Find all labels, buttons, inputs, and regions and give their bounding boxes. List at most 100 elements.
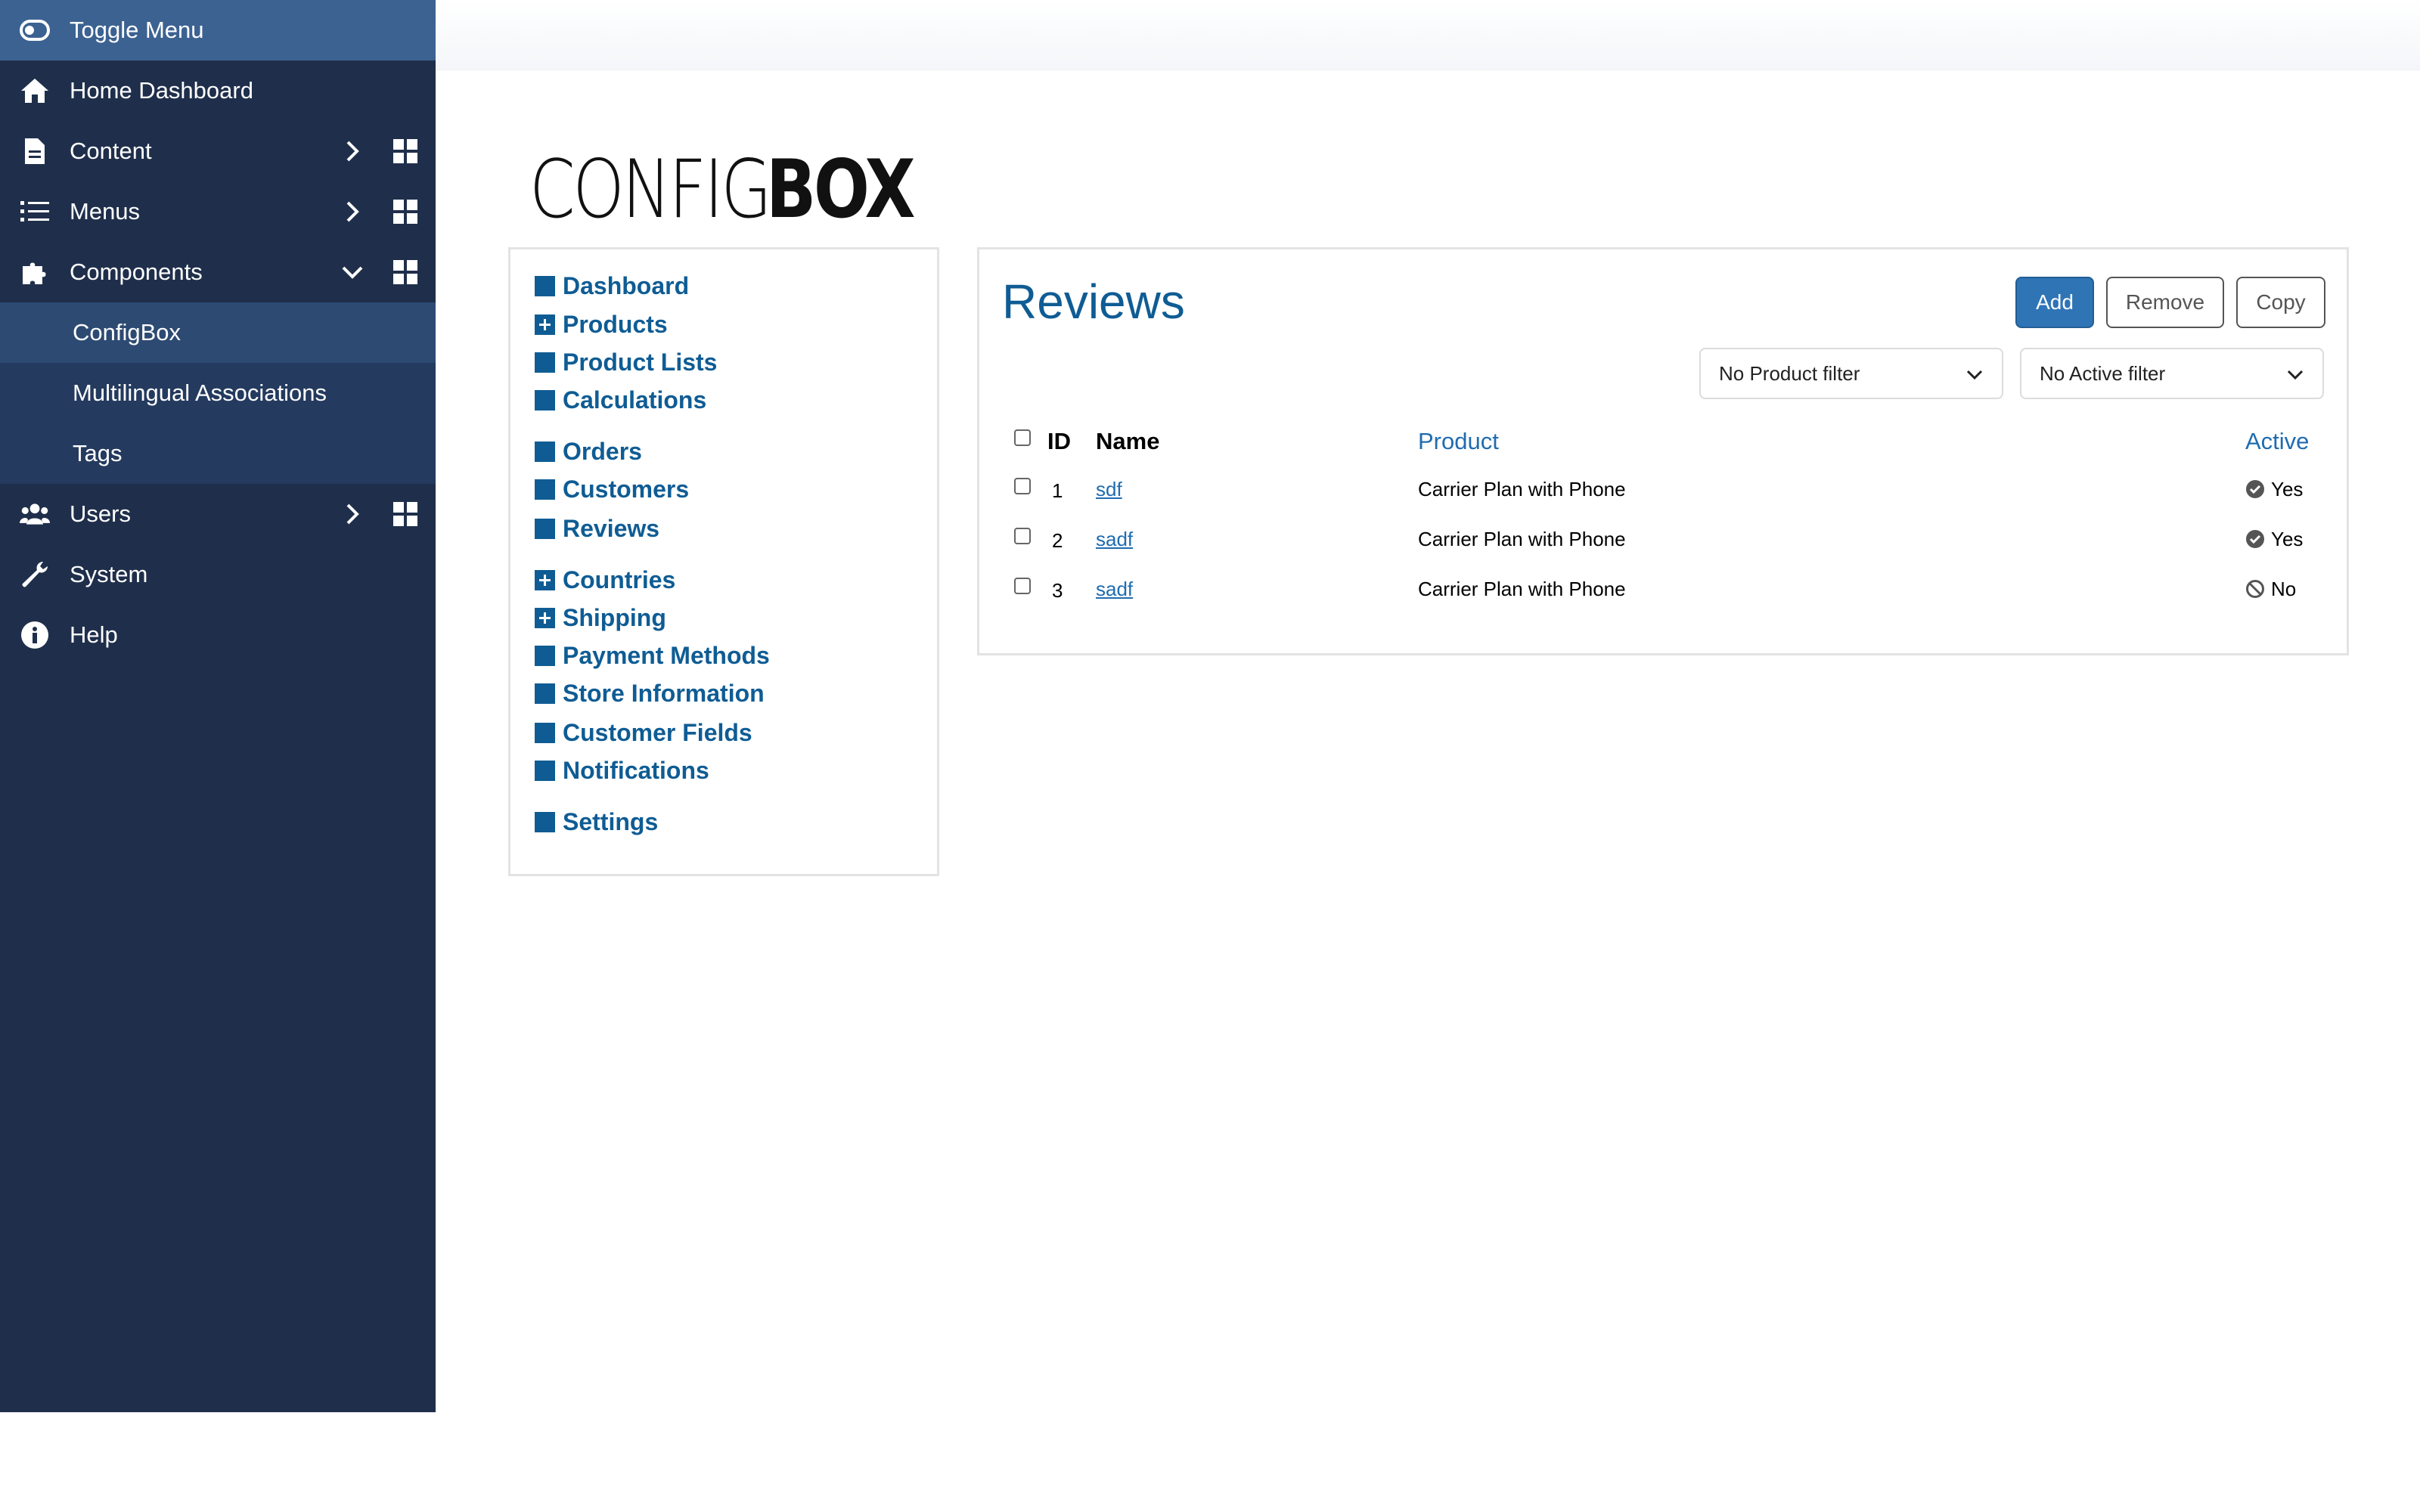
nav-orders[interactable]: Orders <box>535 435 642 468</box>
sidebar-item-label: Users <box>70 500 131 527</box>
product-filter-select[interactable]: No Product filter <box>1699 348 2003 399</box>
nav-shipping[interactable]: Shipping <box>535 601 666 634</box>
dashboard-grid-icon[interactable] <box>392 138 419 165</box>
configbox-logo: CONFIGBOX <box>529 148 945 231</box>
toggle-menu-button[interactable]: Toggle Menu <box>0 0 436 60</box>
dashboard-grid-icon[interactable] <box>392 500 419 528</box>
nav-label: Dashboard <box>563 271 690 299</box>
row-name-link[interactable]: sadf <box>1096 578 1133 601</box>
row-checkbox[interactable] <box>1014 528 1031 544</box>
sidebar-item-label: Menus <box>70 198 141 225</box>
sidebar-item-label: Components <box>70 259 203 285</box>
nav-countries[interactable]: Countries <box>535 563 675 596</box>
file-icon <box>20 136 50 166</box>
row-id: 1 <box>1052 479 1063 502</box>
chevron-right-icon[interactable] <box>337 499 368 529</box>
select-all-checkbox[interactable] <box>1014 429 1031 446</box>
reviews-panel: Reviews Add Remove Copy No Product filte… <box>977 247 2349 655</box>
nav-product-lists[interactable]: Product Lists <box>535 345 717 379</box>
square-icon <box>535 441 555 462</box>
remove-button[interactable]: Remove <box>2106 277 2224 328</box>
column-header-active[interactable]: Active <box>2245 428 2309 455</box>
chevron-right-icon[interactable] <box>337 136 368 166</box>
sidebar-item-help[interactable]: Help <box>0 605 436 665</box>
nav-label: Products <box>563 310 668 338</box>
nav-calculations[interactable]: Calculations <box>535 383 706 417</box>
nav-dashboard[interactable]: Dashboard <box>535 269 689 302</box>
add-button[interactable]: Add <box>2015 277 2094 328</box>
row-name-link[interactable]: sadf <box>1096 528 1133 551</box>
nav-store-information[interactable]: Store Information <box>535 677 765 710</box>
row-checkbox[interactable] <box>1014 478 1031 494</box>
nav-notifications[interactable]: Notifications <box>535 754 709 787</box>
chevron-down-icon[interactable] <box>337 257 368 287</box>
nav-label: Product Lists <box>563 348 718 376</box>
toggle-icon <box>20 15 50 45</box>
nav-label: Reviews <box>563 514 660 542</box>
square-icon <box>535 518 555 539</box>
sidebar-item-configbox[interactable]: ConfigBox <box>0 302 436 363</box>
sidebar-item-components[interactable]: Components <box>0 242 436 302</box>
chevron-right-icon[interactable] <box>337 197 368 227</box>
square-icon <box>535 811 555 832</box>
active-filter-value: No Active filter <box>2040 361 2166 385</box>
sidebar-item-system[interactable]: System <box>0 544 436 605</box>
square-icon <box>535 479 555 500</box>
nav-label: Settings <box>563 807 659 835</box>
sidebar-item-label: Content <box>70 138 152 164</box>
sidebar-item-home-dashboard[interactable]: Home Dashboard <box>0 60 436 121</box>
toggle-menu-label: Toggle Menu <box>70 17 204 43</box>
dashboard-grid-icon[interactable] <box>392 198 419 225</box>
sidebar-item-label: ConfigBox <box>73 319 182 345</box>
nav-reviews[interactable]: Reviews <box>535 512 659 545</box>
row-name-link[interactable]: sdf <box>1096 478 1122 501</box>
sidebar-item-users[interactable]: Users <box>0 484 436 544</box>
sidebar-item-tags[interactable]: Tags <box>0 423 436 484</box>
chevron-down-icon <box>1966 370 1983 380</box>
square-icon <box>535 722 555 743</box>
nav-settings[interactable]: Settings <box>535 805 658 838</box>
dashboard-grid-icon[interactable] <box>392 259 419 286</box>
row-checkbox[interactable] <box>1014 578 1031 594</box>
nav-customers[interactable]: Customers <box>535 472 689 506</box>
column-header-product[interactable]: Product <box>1418 428 1499 455</box>
column-header-name: Name <box>1096 428 1160 454</box>
expand-plus-icon[interactable] <box>535 314 555 335</box>
check-circle-icon[interactable] <box>2245 529 2265 549</box>
expand-plus-icon[interactable] <box>535 569 555 590</box>
logo-text-bold: BOX <box>766 143 916 236</box>
nav-label: Shipping <box>563 603 666 631</box>
check-circle-icon[interactable] <box>2245 479 2265 499</box>
users-icon <box>20 499 50 529</box>
nav-products[interactable]: Products <box>535 308 668 341</box>
active-filter-select[interactable]: No Active filter <box>2020 348 2324 399</box>
nav-label: Payment Methods <box>563 641 770 669</box>
page-title: Reviews <box>1002 274 1185 329</box>
sidebar-item-label: Home Dashboard <box>70 77 253 104</box>
nav-payment-methods[interactable]: Payment Methods <box>535 639 770 672</box>
ban-icon[interactable] <box>2245 579 2265 599</box>
nav-label: Customers <box>563 475 690 503</box>
copy-button[interactable]: Copy <box>2236 277 2325 328</box>
sidebar-item-label: Multilingual Associations <box>73 380 327 406</box>
nav-label: Customer Fields <box>563 718 752 746</box>
product-filter-value: No Product filter <box>1719 361 1860 385</box>
logo-text-thin: CONFIG <box>529 143 772 236</box>
row-product: Carrier Plan with Phone <box>1418 578 1626 600</box>
row-id: 2 <box>1052 529 1063 552</box>
row-id: 3 <box>1052 579 1063 602</box>
row-active: No <box>2271 578 2297 600</box>
nav-label: Store Information <box>563 679 765 707</box>
nav-label: Notifications <box>563 756 709 784</box>
row-product: Carrier Plan with Phone <box>1418 528 1626 550</box>
column-header-id: ID <box>1047 428 1071 454</box>
nav-label: Orders <box>563 437 642 465</box>
sidebar-item-label: Tags <box>73 440 123 466</box>
nav-customer-fields[interactable]: Customer Fields <box>535 716 752 749</box>
list-icon <box>20 197 50 227</box>
expand-plus-icon[interactable] <box>535 607 555 628</box>
sidebar-item-content[interactable]: Content <box>0 121 436 181</box>
row-active: Yes <box>2271 528 2304 550</box>
sidebar-item-menus[interactable]: Menus <box>0 181 436 242</box>
sidebar-item-multilingual-associations[interactable]: Multilingual Associations <box>0 363 436 423</box>
